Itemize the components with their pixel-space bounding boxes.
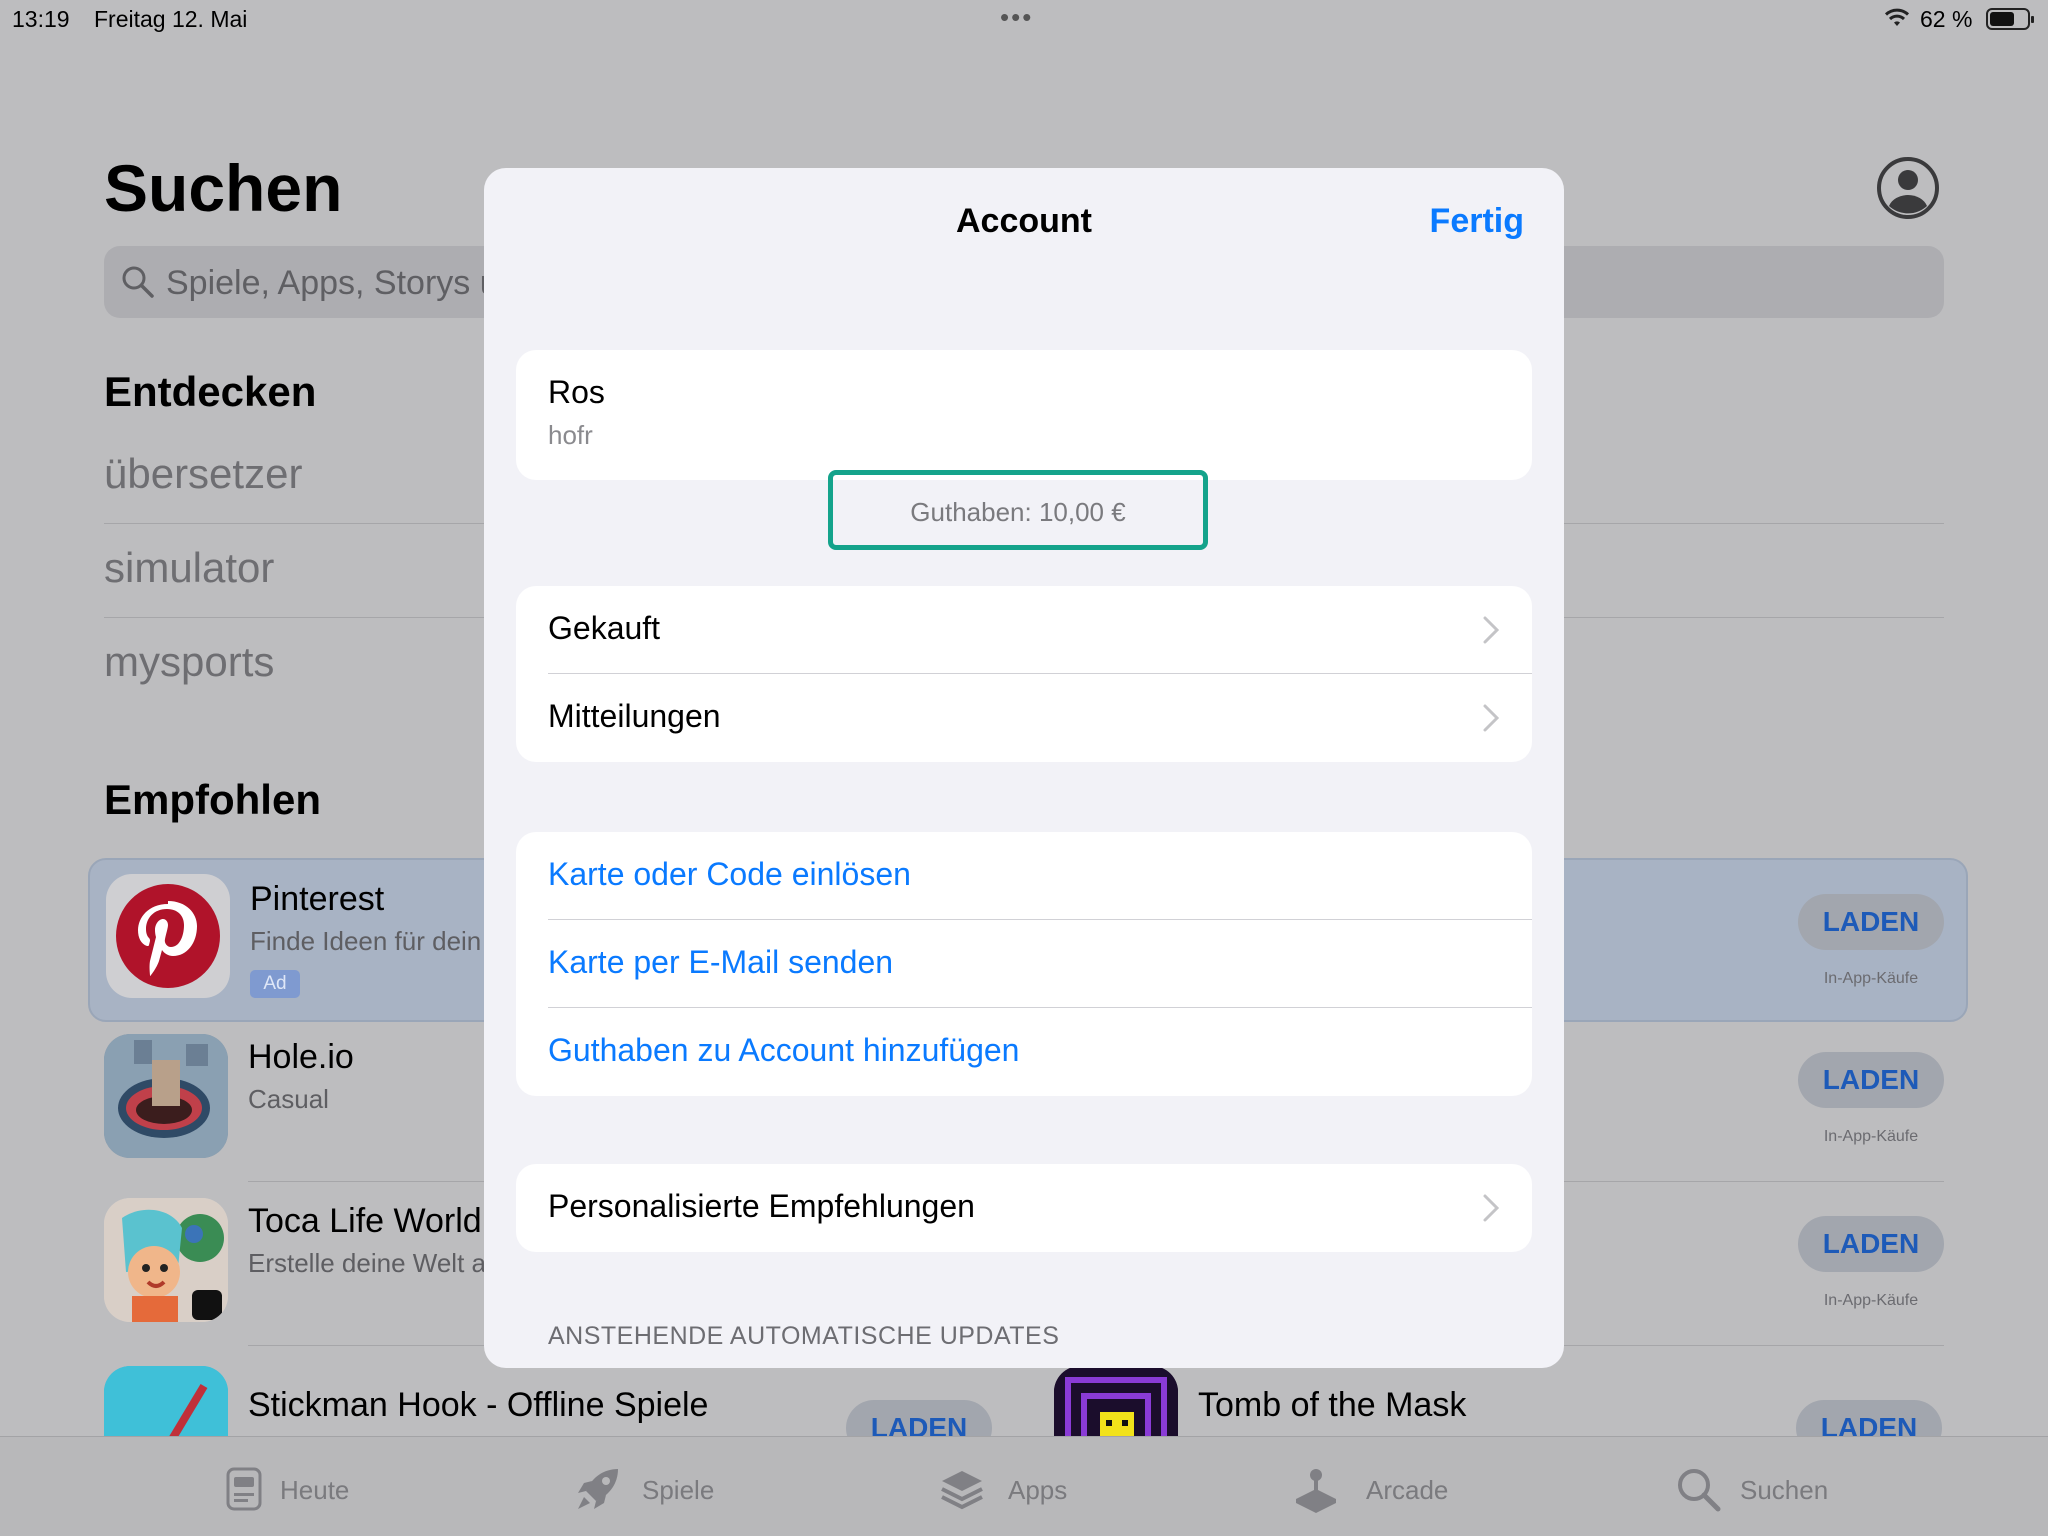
- row-label: Guthaben zu Account hinzufügen: [548, 1032, 1020, 1068]
- search-icon: [1678, 1469, 1721, 1512]
- row-label: Personalisierte Empfehlungen: [548, 1188, 975, 1224]
- chevron-right-icon: [1483, 1194, 1500, 1222]
- page-title: Suchen: [104, 151, 343, 225]
- tab-arcade[interactable]: Arcade: [1292, 1437, 1462, 1536]
- in-app-purchases-note: In-App-Käufe: [1823, 1292, 1919, 1309]
- purchases-group: Gekauft Mitteilungen: [516, 586, 1532, 762]
- tab-label: Suchen: [1740, 1475, 1829, 1505]
- battery-percent: 62 %: [1920, 6, 1973, 32]
- row-personalized-recommendations[interactable]: Personalisierte Empfehlungen: [516, 1164, 1532, 1252]
- tab-search[interactable]: Suchen: [1674, 1437, 1844, 1536]
- row-purchased[interactable]: Gekauft: [516, 586, 1532, 674]
- recent-search-label: simulator: [104, 544, 275, 591]
- wifi-icon: [1884, 8, 1910, 26]
- app-name[interactable]: Tomb of the Mask: [1198, 1386, 1466, 1425]
- in-app-purchases-note: In-App-Käufe: [1823, 1128, 1919, 1145]
- row-label: Karte oder Code einlösen: [548, 856, 911, 892]
- tab-label: Arcade: [1366, 1475, 1449, 1505]
- app-subtitle: Casual: [248, 1084, 329, 1114]
- ad-badge: Ad: [250, 970, 300, 998]
- toca-app-icon: [104, 1198, 228, 1322]
- chevron-right-icon: [1483, 704, 1500, 732]
- tab-games[interactable]: Spiele: [574, 1437, 744, 1536]
- joystick-icon: [1296, 1469, 1336, 1513]
- pinterest-app-icon: [106, 874, 230, 998]
- app-name: Toca Life World: [248, 1202, 482, 1240]
- tab-label: Apps: [1008, 1475, 1068, 1505]
- account-sheet: Account Fertig Ros hofr Guthaben: 10,00 …: [484, 168, 1564, 1368]
- today-icon: [226, 1467, 262, 1511]
- recent-search-label: mysports: [104, 638, 275, 685]
- account-card[interactable]: Ros hofr: [516, 350, 1532, 480]
- in-app-purchases-note: In-App-Käufe: [1823, 970, 1919, 987]
- status-bar: 13:19 Freitag 12. Mai ••• 62 %: [0, 0, 2048, 40]
- search-placeholder: Spiele, Apps, Storys u: [166, 264, 499, 302]
- chevron-right-icon: [1483, 616, 1500, 644]
- app-name[interactable]: Stickman Hook - Offline Spiele: [248, 1386, 708, 1425]
- tab-apps[interactable]: Apps: [938, 1437, 1098, 1536]
- account-name: Ros: [548, 374, 605, 410]
- row-redeem-code[interactable]: Karte oder Code einlösen: [516, 832, 1532, 920]
- tab-label: Heute: [280, 1475, 350, 1505]
- row-label: Gekauft: [548, 610, 661, 646]
- app-name: Hole.io: [248, 1038, 354, 1076]
- status-date: Freitag 12. Mai: [94, 6, 248, 32]
- row-label: Mitteilungen: [548, 698, 721, 734]
- rocket-icon: [578, 1469, 618, 1509]
- profile-icon[interactable]: [1876, 156, 1940, 220]
- get-button[interactable]: LADEN: [1798, 894, 1944, 950]
- holeio-app-icon: [104, 1034, 228, 1158]
- tab-today[interactable]: Heute: [220, 1437, 380, 1536]
- recent-search-label: übersetzer: [104, 450, 303, 497]
- tab-bar: Heute Spiele Apps Arcade Suchen: [0, 1436, 2048, 1536]
- balance-highlight: Guthaben: 10,00 €: [828, 470, 1208, 550]
- apps-stack-icon: [941, 1471, 983, 1510]
- gift-card-group: Karte oder Code einlösen Karte per E-Mai…: [516, 832, 1532, 1096]
- account-balance: Guthaben: 10,00 €: [910, 497, 1126, 527]
- app-subtitle: Finde Ideen für dein: [250, 926, 482, 956]
- recommended-heading: Empfohlen: [104, 776, 321, 823]
- recommendations-group: Personalisierte Empfehlungen: [516, 1164, 1532, 1252]
- get-button[interactable]: LADEN: [1798, 1216, 1944, 1272]
- battery-icon: [1986, 8, 2034, 30]
- app-subtitle: Erstelle deine Welt a: [248, 1248, 486, 1278]
- app-name: Pinterest: [250, 880, 385, 918]
- sheet-title: Account: [956, 202, 1092, 240]
- done-button[interactable]: Fertig: [1430, 202, 1524, 241]
- row-send-gift-card[interactable]: Karte per E-Mail senden: [516, 920, 1532, 1008]
- row-label: Karte per E-Mail senden: [548, 944, 894, 980]
- search-icon: [122, 266, 154, 298]
- multitasking-dots[interactable]: •••: [1000, 2, 1033, 33]
- tab-label: Spiele: [642, 1475, 715, 1505]
- row-add-funds[interactable]: Guthaben zu Account hinzufügen: [516, 1008, 1532, 1096]
- row-notifications[interactable]: Mitteilungen: [516, 674, 1532, 762]
- account-email: hofr: [548, 420, 593, 450]
- status-time: 13:19: [12, 6, 70, 32]
- section-header-updates: ANSTEHENDE AUTOMATISCHE UPDATES: [548, 1322, 1060, 1350]
- discover-heading: Entdecken: [104, 368, 317, 415]
- get-button[interactable]: LADEN: [1798, 1052, 1944, 1108]
